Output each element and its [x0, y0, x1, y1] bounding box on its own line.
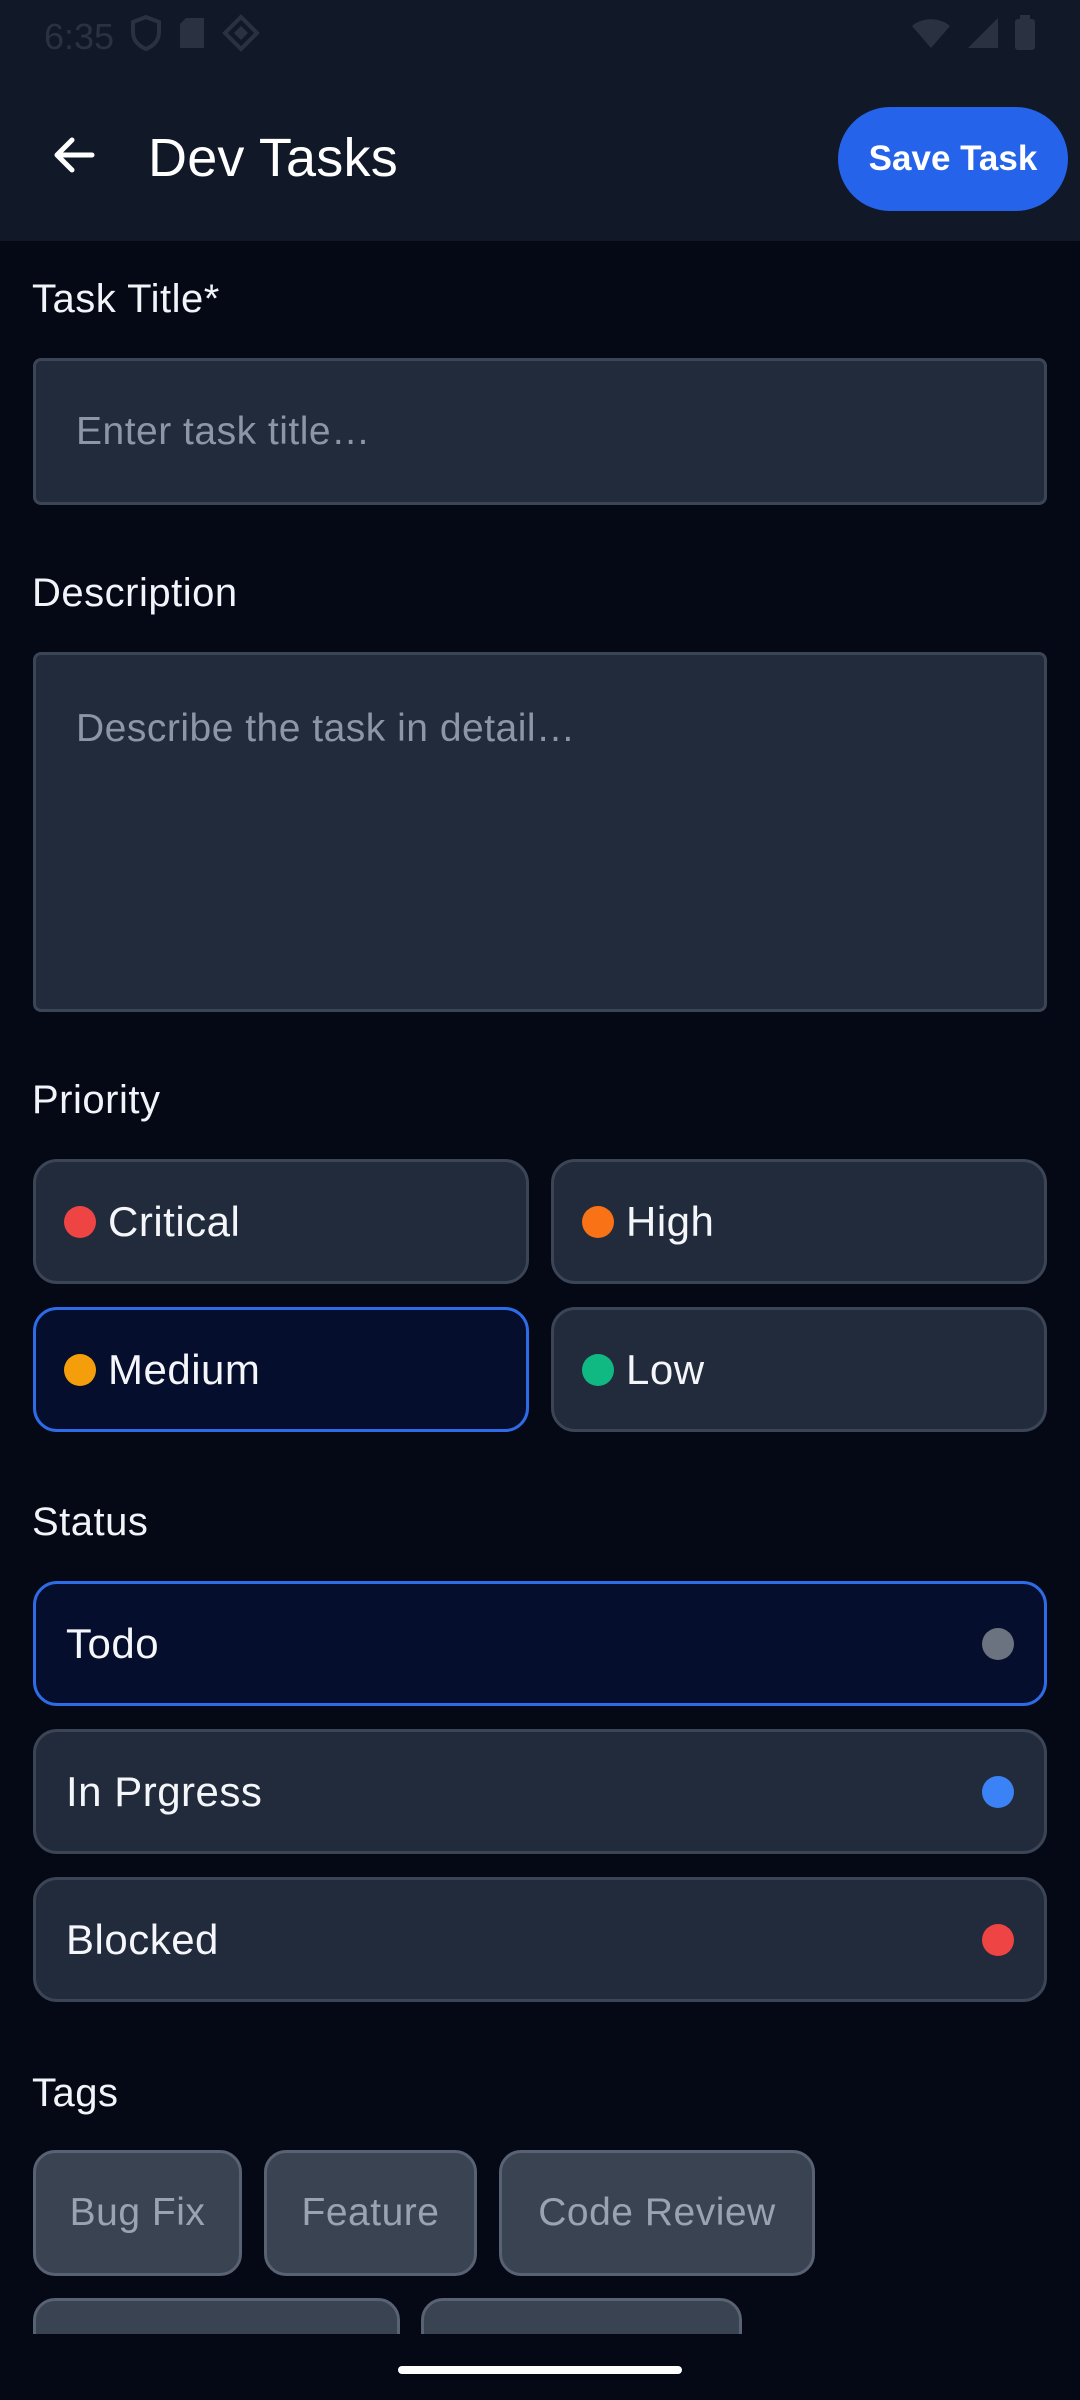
- priority-label: Priority: [32, 1078, 161, 1122]
- back-button[interactable]: [42, 126, 106, 190]
- status-label: Status: [32, 1500, 149, 1544]
- page-title: Dev Tasks: [148, 127, 398, 188]
- tag-feature[interactable]: Feature: [264, 2150, 477, 2276]
- critical-dot-icon: [64, 1205, 96, 1238]
- priority-high-chip[interactable]: High: [551, 1159, 1047, 1284]
- description-input[interactable]: Describe the task in detail…: [33, 652, 1047, 1012]
- status-in-progress-option[interactable]: In Prgress: [33, 1729, 1047, 1854]
- status-bar: 6:35: [0, 0, 1080, 74]
- tag-feature-label: Feature: [301, 2191, 440, 2234]
- status-todo-option[interactable]: Todo: [33, 1581, 1047, 1706]
- todo-dot-icon: [982, 1627, 1014, 1660]
- battery-icon: [1014, 14, 1036, 60]
- status-blocked-label: Blocked: [66, 1915, 219, 1963]
- signal-icon: [966, 16, 1000, 59]
- status-in-progress-label: In Prgress: [66, 1767, 263, 1815]
- task-title-input[interactable]: Enter task title…: [33, 358, 1047, 505]
- priority-low-label: Low: [626, 1345, 705, 1393]
- tag-bug-fix[interactable]: Bug Fix: [33, 2150, 242, 2276]
- task-form: Task Title* Enter task title… Descriptio…: [0, 241, 1080, 2334]
- status-time: 6:35: [44, 16, 115, 57]
- tag-item[interactable]: [421, 2298, 742, 2334]
- tag-bug-fix-label: Bug Fix: [69, 2191, 206, 2234]
- priority-medium-chip[interactable]: Medium: [33, 1307, 529, 1432]
- tag-code-review-label: Code Review: [538, 2191, 776, 2234]
- in-progress-dot-icon: [982, 1775, 1014, 1808]
- diamond-icon: [222, 13, 260, 61]
- shield-icon: [130, 14, 162, 60]
- wifi-icon: [910, 16, 952, 59]
- priority-critical-chip[interactable]: Critical: [33, 1159, 529, 1284]
- tag-code-review[interactable]: Code Review: [499, 2150, 815, 2276]
- description-label: Description: [32, 571, 238, 615]
- tag-item[interactable]: [33, 2298, 400, 2334]
- save-task-button[interactable]: Save Task: [838, 107, 1068, 211]
- priority-medium-label: Medium: [108, 1345, 261, 1393]
- priority-low-chip[interactable]: Low: [551, 1307, 1047, 1432]
- home-indicator[interactable]: [398, 2366, 682, 2374]
- status-todo-label: Todo: [66, 1619, 160, 1667]
- priority-critical-label: Critical: [108, 1197, 241, 1245]
- low-dot-icon: [582, 1353, 614, 1386]
- task-title-placeholder: Enter task title…: [76, 409, 371, 453]
- app-bar: Dev Tasks Save Task: [0, 74, 1080, 241]
- high-dot-icon: [582, 1205, 614, 1238]
- arrow-left-icon: [50, 131, 98, 184]
- description-placeholder: Describe the task in detail…: [76, 707, 576, 750]
- sd-card-icon: [178, 16, 206, 59]
- task-title-label: Task Title*: [32, 277, 220, 321]
- status-blocked-option[interactable]: Blocked: [33, 1877, 1047, 2002]
- medium-dot-icon: [64, 1353, 96, 1386]
- tags-label: Tags: [32, 2071, 119, 2115]
- blocked-dot-icon: [982, 1923, 1014, 1956]
- priority-high-label: High: [626, 1197, 715, 1245]
